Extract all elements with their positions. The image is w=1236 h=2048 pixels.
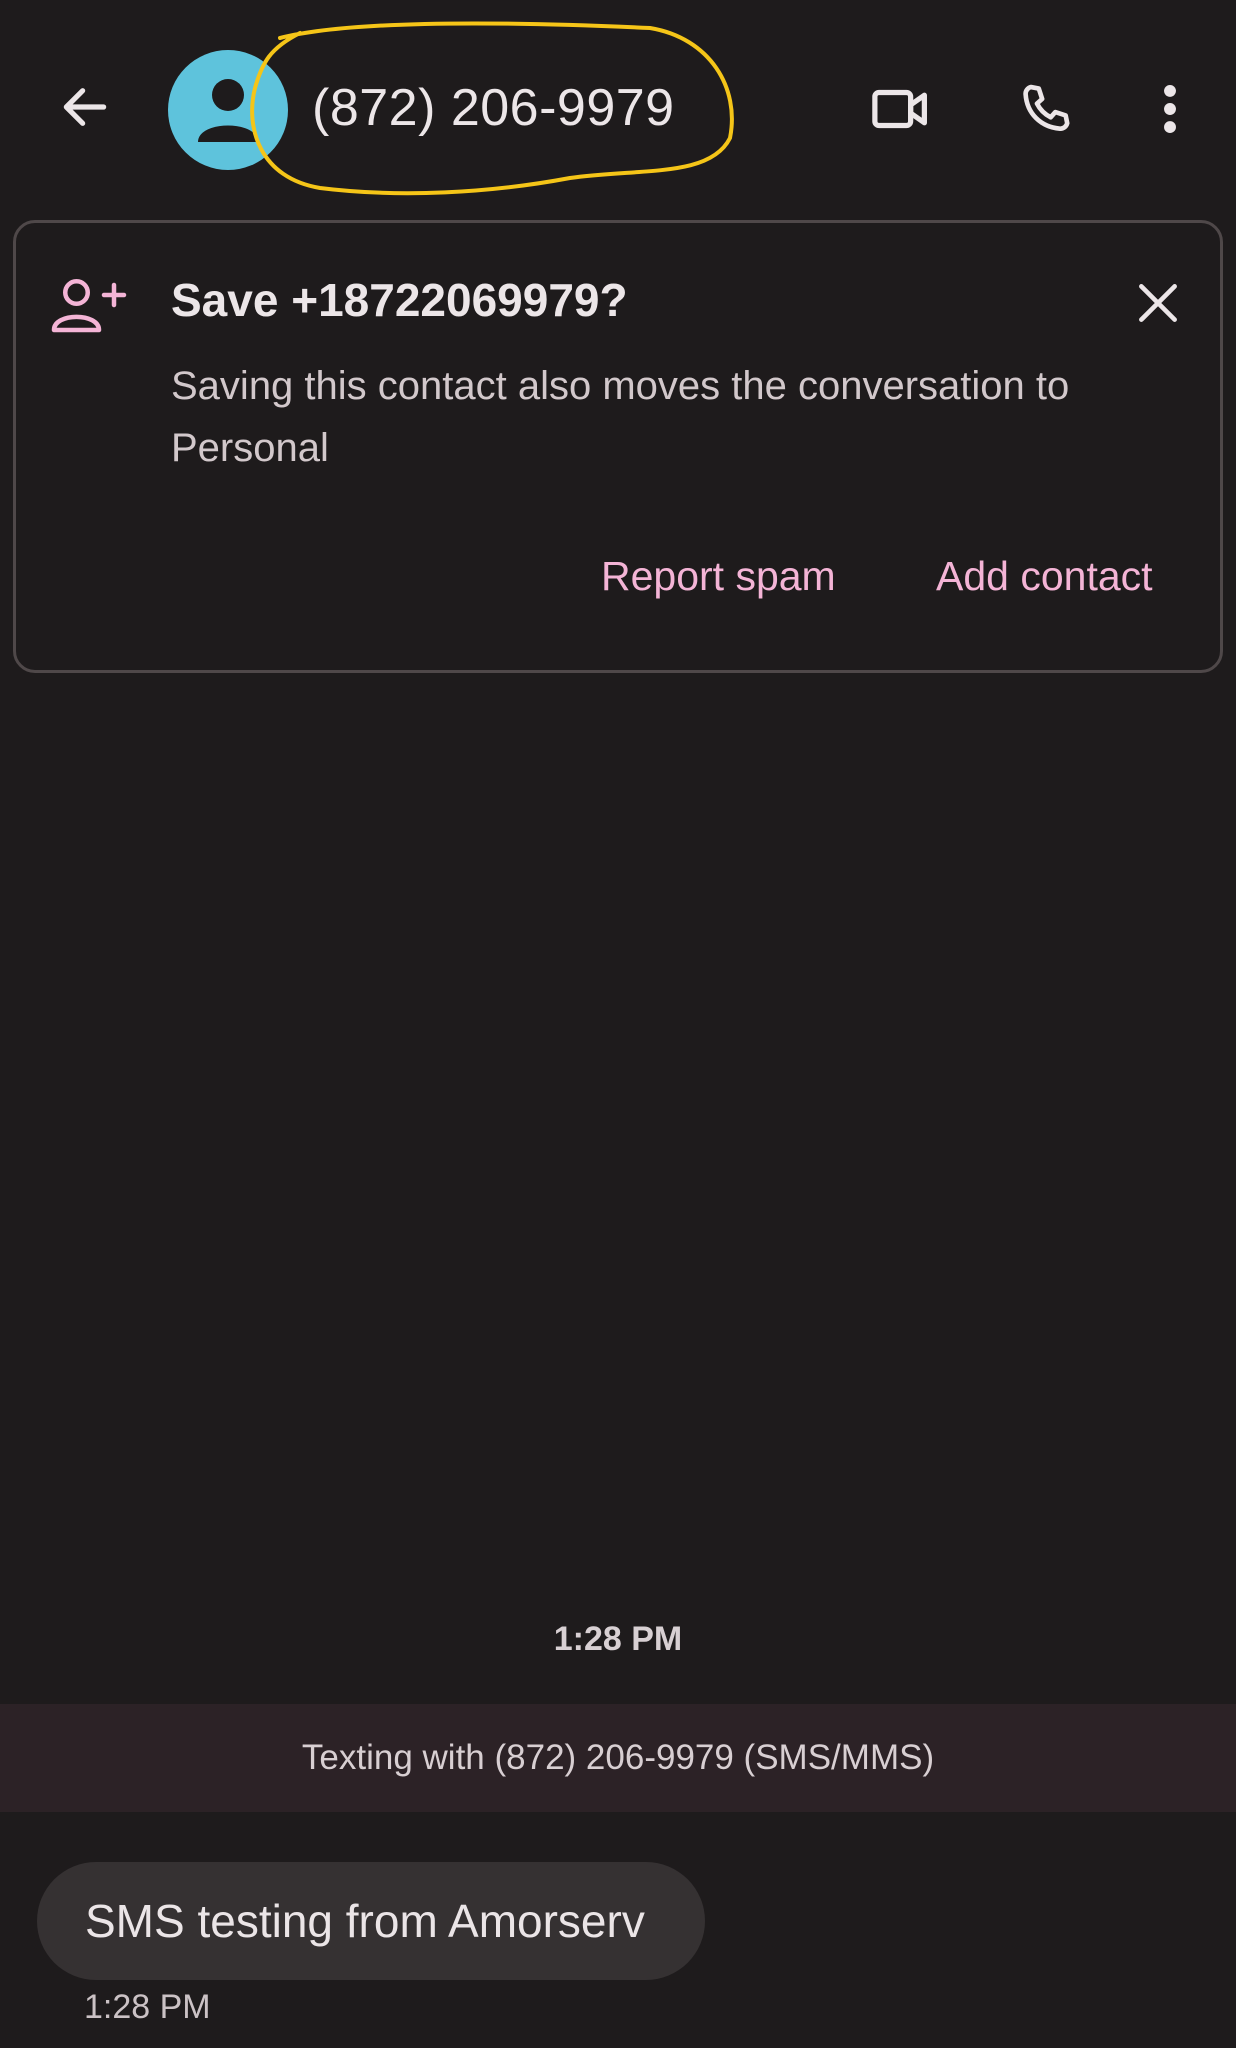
- add-contact-button[interactable]: Add contact: [936, 553, 1153, 600]
- message-bubble[interactable]: SMS testing from Amorserv: [37, 1862, 705, 1980]
- close-icon: [1139, 284, 1177, 322]
- dismiss-card-button[interactable]: [1126, 271, 1190, 335]
- save-contact-card: Save +18722069979? Saving this contact a…: [13, 220, 1223, 673]
- top-app-bar: (872) 206-9979: [0, 0, 1236, 220]
- conversation-screen: (872) 206-9979 Save +18722069979? Saving…: [0, 0, 1236, 2048]
- sms-mode-banner-text: Texting with (872) 206-9979 (SMS/MMS): [301, 1738, 935, 1777]
- back-button[interactable]: [40, 62, 130, 152]
- avatar[interactable]: [168, 50, 288, 170]
- conversation-timestamp: 1:28 PM: [553, 1620, 683, 1658]
- arrow-back-icon: [63, 88, 107, 126]
- save-contact-description: Saving this contact also moves the conve…: [171, 364, 1070, 470]
- video-call-icon: [872, 89, 927, 129]
- message-text: SMS testing from Amorserv: [85, 1895, 645, 1947]
- save-contact-title: Save +18722069979?: [171, 274, 628, 326]
- call-button[interactable]: [1000, 64, 1090, 154]
- sms-mode-banner: Texting with (872) 206-9979 (SMS/MMS): [0, 1704, 1236, 1812]
- conversation-title[interactable]: (872) 206-9979: [312, 78, 675, 138]
- person-icon: [198, 79, 258, 142]
- more-vert-icon: [1164, 84, 1176, 134]
- person-add-icon: [49, 275, 129, 335]
- message-time: 1:28 PM: [84, 1988, 211, 2026]
- more-options-button[interactable]: [1125, 64, 1215, 154]
- phone-icon: [1023, 84, 1070, 131]
- video-call-button[interactable]: [856, 64, 946, 154]
- report-spam-button[interactable]: Report spam: [601, 553, 836, 600]
